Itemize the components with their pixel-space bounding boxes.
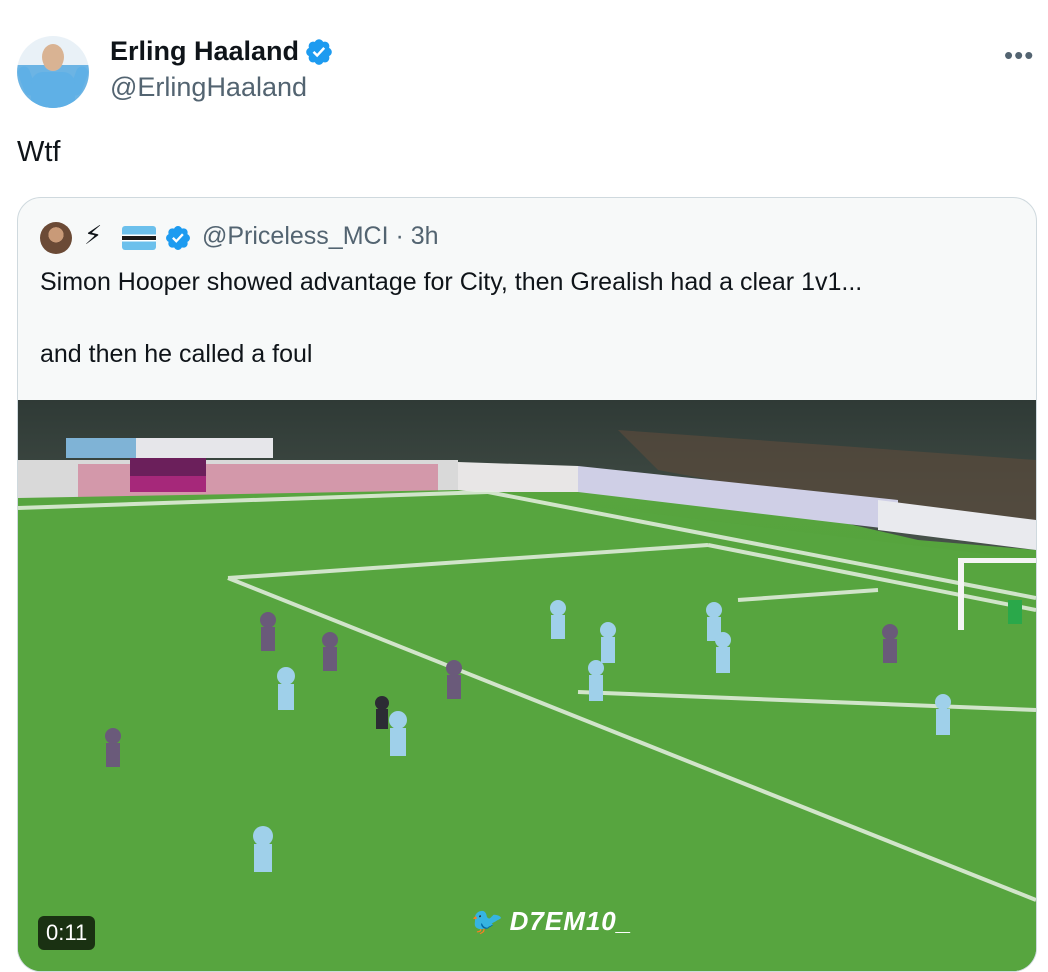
author-avatar[interactable]: [17, 36, 89, 108]
author-display-name[interactable]: Erling Haaland: [110, 36, 299, 67]
author-handle[interactable]: @ErlingHaaland: [110, 72, 307, 103]
video-frame: [18, 400, 1036, 971]
lightning-emoji-icon: ⚡: [84, 220, 103, 250]
verified-badge-icon: [306, 39, 332, 65]
quoted-text: Simon Hooper showed advantage for City, …: [40, 264, 1000, 372]
quoted-author-avatar: [40, 222, 72, 254]
quoted-tweet-card[interactable]: ⚡ @Priceless_MCI · 3h Simon Hooper showe…: [17, 197, 1037, 972]
quoted-text-line1: Simon Hooper showed advantage for City, …: [40, 268, 863, 296]
more-options-icon[interactable]: •••: [1004, 40, 1034, 71]
quoted-verified-badge-icon: [166, 226, 190, 250]
video-player[interactable]: 🐦 D7EM10_ 0:11: [18, 400, 1036, 971]
video-duration-badge: 0:11: [38, 916, 96, 950]
tweet-text: Wtf: [17, 136, 61, 168]
video-watermark: 🐦 D7EM10_: [468, 906, 633, 936]
quoted-text-line2: and then he called a foul: [40, 340, 313, 368]
flag-emoji-icon: [122, 226, 156, 250]
quoted-handle-time[interactable]: @Priceless_MCI · 3h: [202, 222, 439, 251]
